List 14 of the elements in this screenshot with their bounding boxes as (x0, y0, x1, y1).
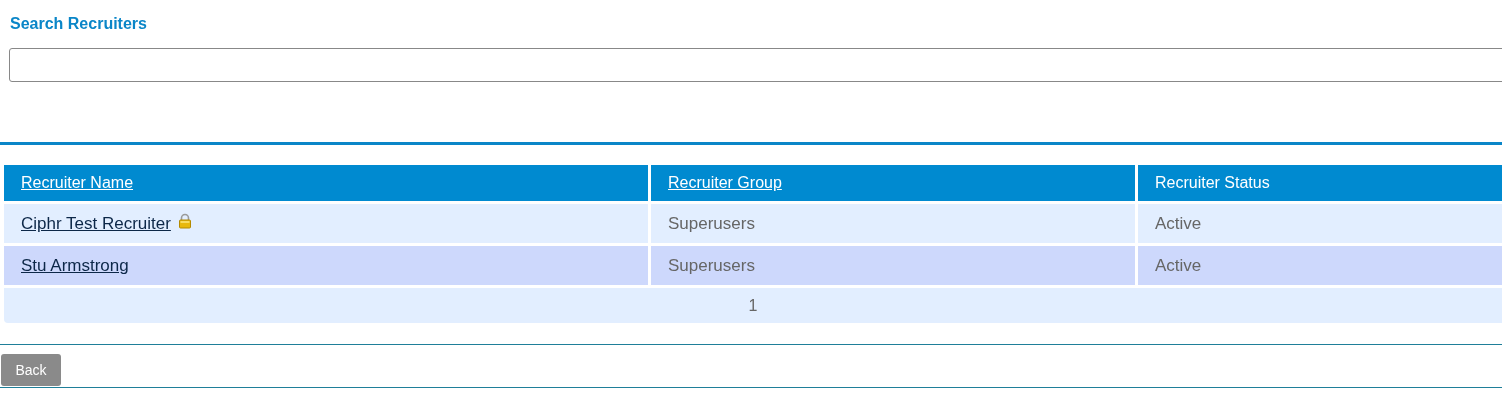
padlock-icon (176, 212, 193, 229)
search-field[interactable] (9, 48, 1502, 82)
column-header[interactable]: Recruiter Group (651, 165, 1135, 201)
column-header: Recruiter Status (1138, 165, 1502, 201)
page-number[interactable]: 1 (748, 296, 758, 315)
column-header[interactable]: Recruiter Name (4, 165, 648, 201)
table-cell: Active (1138, 204, 1502, 243)
table-cell: Superusers (651, 246, 1135, 285)
recruiter-link[interactable]: Ciphr Test Recruiter (21, 213, 171, 234)
table-cell: Superusers (651, 204, 1135, 243)
page-title: Search Recruiters (9, 14, 148, 34)
table-cell: Active (1138, 246, 1502, 285)
recruiter-link[interactable]: Stu Armstrong (21, 255, 129, 276)
back-button[interactable]: Back (1, 354, 61, 386)
